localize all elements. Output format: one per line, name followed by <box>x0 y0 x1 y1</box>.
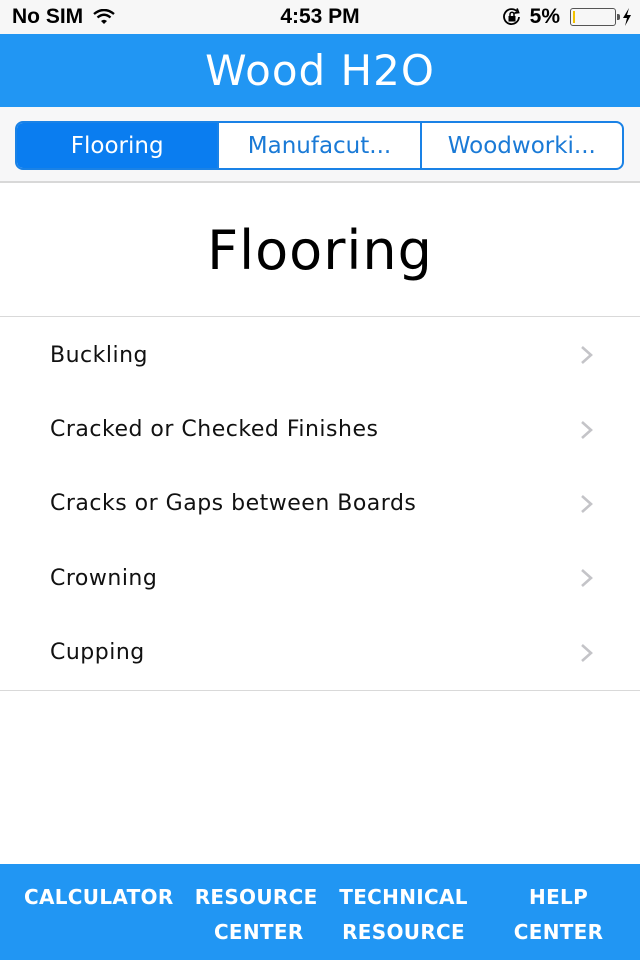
battery-percent: 5% <box>529 5 560 28</box>
segment-flooring[interactable]: Flooring <box>17 123 220 168</box>
page-title: Flooring <box>207 219 433 282</box>
status-bar: No SIM 4:53 PM 5% <box>0 0 640 34</box>
tab-label-line2: CENTER <box>513 920 604 944</box>
list-item[interactable]: Cupping <box>0 616 640 690</box>
list-item-label: Buckling <box>50 342 149 368</box>
chevron-right-icon <box>581 420 593 439</box>
rotation-lock-icon <box>502 8 520 25</box>
chevron-right-icon <box>581 569 593 588</box>
list-item[interactable]: Cracks or Gaps between Boards <box>0 467 640 541</box>
chevron-right-icon <box>581 346 593 365</box>
issue-list: Buckling Cracked or Checked Finishes Cra… <box>0 318 640 691</box>
navigation-bar: Wood H2O <box>0 34 640 107</box>
segment-manufacturing[interactable]: Manufacut... <box>219 123 422 168</box>
list-item-label: Cracked or Checked Finishes <box>50 417 379 443</box>
list-item-label: Cracks or Gaps between Boards <box>50 491 417 517</box>
tab-label-line1: TECHNICAL <box>339 885 468 909</box>
list-item[interactable]: Crowning <box>0 541 640 615</box>
tab-help-center[interactable]: HELP CENTER <box>480 880 640 950</box>
chevron-right-icon <box>581 494 593 513</box>
tab-label-line1: RESOURCE <box>194 885 318 909</box>
segment-area: Flooring Manufacut... Woodworki... <box>0 107 640 183</box>
tab-resource-center[interactable]: RESOURCE CENTER <box>174 880 328 950</box>
bottom-tab-bar: CALCULATOR RESOURCE CENTER TECHNICAL RES… <box>0 864 640 960</box>
app-title: Wood H2O <box>205 46 435 95</box>
tab-label-line2: CENTER <box>213 920 304 944</box>
charging-bolt-icon <box>623 8 631 26</box>
list-item[interactable]: Buckling <box>0 318 640 392</box>
tab-calculator[interactable]: CALCULATOR <box>0 880 174 915</box>
chevron-right-icon <box>581 643 593 662</box>
category-segmented-control: Flooring Manufacut... Woodworki... <box>15 121 624 170</box>
battery-nub <box>617 14 620 20</box>
list-item-label: Cupping <box>50 640 145 666</box>
tab-label-line1: HELP <box>529 885 589 909</box>
tab-label-line2: RESOURCE <box>342 920 465 944</box>
tab-label-line1: CALCULATOR <box>24 885 174 909</box>
battery-fill <box>573 11 575 23</box>
tab-technical-resource[interactable]: TECHNICAL RESOURCE <box>328 880 480 950</box>
list-item[interactable]: Cracked or Checked Finishes <box>0 392 640 466</box>
list-item-label: Crowning <box>50 565 158 591</box>
content-header: Flooring <box>0 185 640 317</box>
segment-woodworking[interactable]: Woodworki... <box>422 123 622 168</box>
battery-icon <box>570 8 620 26</box>
status-right: 5% <box>502 5 632 29</box>
